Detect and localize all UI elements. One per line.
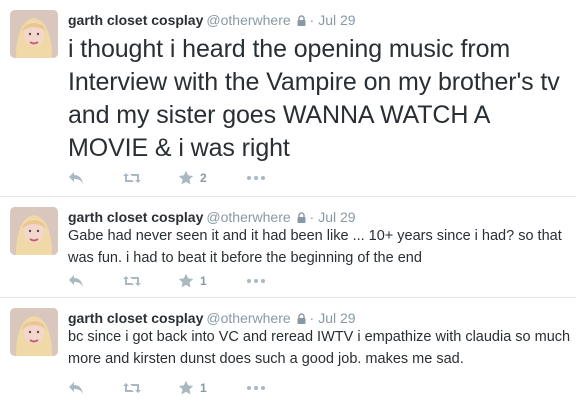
reply-icon [69,275,83,287]
separator-dot: · [309,310,315,326]
user-handle[interactable]: @otherwhere [206,12,290,28]
user-handle[interactable]: @otherwhere [206,310,290,326]
retweet-button[interactable] [122,271,142,291]
reply-icon [69,382,83,394]
retweet-button[interactable] [122,378,142,398]
favorite-count: 1 [200,274,207,288]
tweet[interactable]: garth closet cosplay @otherwhere · Jul 29 … [0,0,576,197]
avatar[interactable] [10,308,58,356]
favorite-star-icon [178,170,194,185]
tweet-text: Gabe had never seen it and it had been l… [68,228,562,266]
tweet-header: garth closet cosplay @otherwhere · Jul 29 [68,11,356,30]
tweet[interactable]: garth closet cosplay @otherwhere · Jul 29 … [0,298,576,406]
favorite-button[interactable]: 1 [178,271,207,291]
reply-button[interactable] [68,168,84,188]
user-handle[interactable]: @otherwhere [206,209,290,225]
tweet-text: i thought i heard the opening music from… [68,35,560,162]
avatar[interactable] [10,207,58,255]
favorite-button[interactable]: 1 [178,378,207,398]
favorite-star-icon [178,273,194,288]
favorite-count: 2 [200,171,207,185]
more-button[interactable] [246,168,266,188]
more-button[interactable] [246,378,266,398]
favorite-star-icon [178,380,194,395]
favorite-count: 1 [200,381,207,395]
retweet-icon [123,383,141,393]
timestamp[interactable]: Jul 29 [318,12,355,28]
separator-dot: · [309,12,315,28]
retweet-button[interactable] [122,168,142,188]
timestamp[interactable]: Jul 29 [318,310,355,326]
avatar[interactable] [10,10,58,58]
reply-icon [69,172,83,184]
favorite-button[interactable]: 2 [178,168,207,188]
lock-icon [297,12,306,30]
reply-button[interactable] [68,378,84,398]
more-icon [247,279,265,283]
timestamp[interactable]: Jul 29 [318,209,355,225]
reply-button[interactable] [68,271,84,291]
retweet-icon [123,276,141,286]
user-name[interactable]: garth closet cosplay [68,310,203,326]
tweet-text: bc since i got back into VC and reread I… [68,329,571,367]
retweet-icon [123,173,141,183]
separator-dot: · [309,209,315,225]
more-button[interactable] [246,271,266,291]
user-name[interactable]: garth closet cosplay [68,209,203,225]
user-name[interactable]: garth closet cosplay [68,12,203,28]
more-icon [247,386,265,390]
more-icon [247,176,265,180]
tweet[interactable]: garth closet cosplay @otherwhere · Jul 29 … [0,197,576,298]
